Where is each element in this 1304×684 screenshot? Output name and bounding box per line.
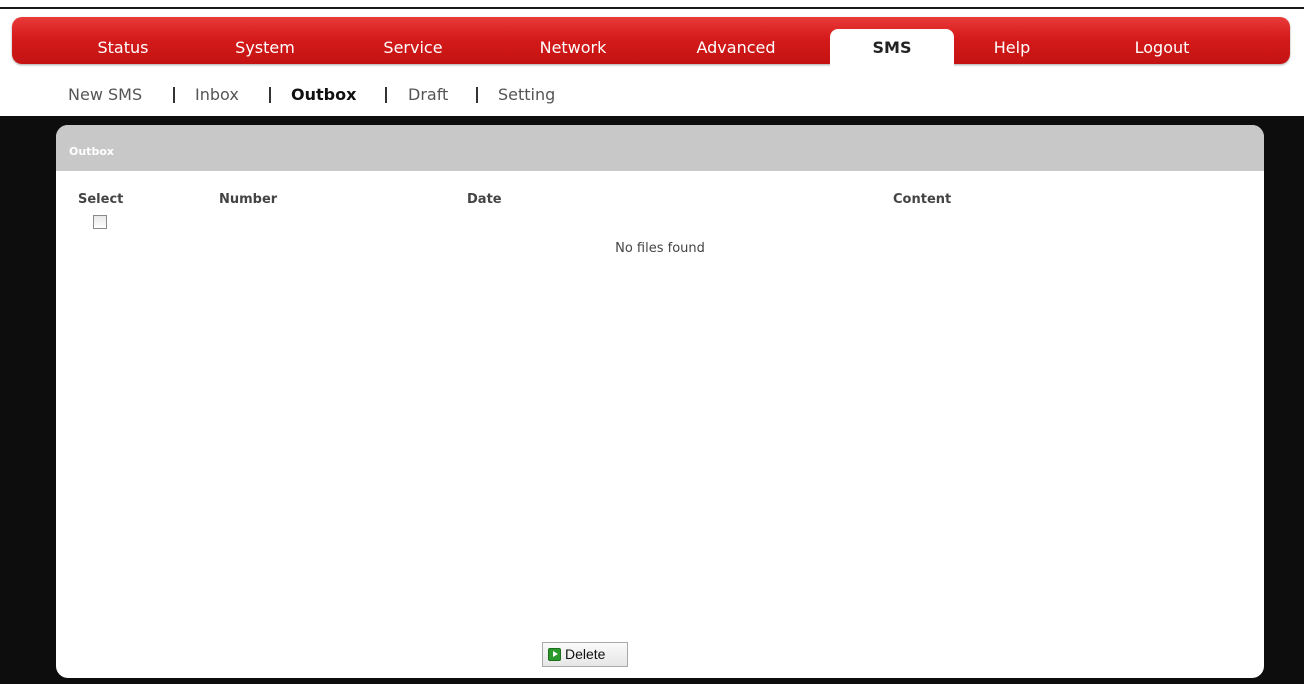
nav-status[interactable]: Status: [73, 29, 173, 67]
subnav-separator: [385, 87, 387, 103]
panel-title: Outbox: [69, 145, 114, 158]
subnav-separator: [476, 87, 478, 103]
select-all-checkbox[interactable]: [93, 215, 107, 229]
subnav-inbox[interactable]: Inbox: [195, 85, 239, 104]
subnav-new-sms[interactable]: New SMS: [68, 85, 142, 104]
delete-button-label: Delete: [565, 646, 606, 662]
nav-network[interactable]: Network: [523, 29, 623, 67]
empty-message: No files found: [615, 241, 705, 256]
subnav-outbox[interactable]: Outbox: [291, 85, 356, 104]
main-navbar: Status System Service Network Advanced S…: [12, 17, 1290, 67]
subnav-draft[interactable]: Draft: [408, 85, 448, 104]
nav-help[interactable]: Help: [967, 29, 1057, 67]
nav-service[interactable]: Service: [363, 29, 463, 67]
column-date: Date: [467, 192, 502, 207]
top-border-line: [0, 7, 1304, 9]
column-select: Select: [78, 192, 124, 207]
column-content: Content: [893, 192, 952, 207]
nav-logout[interactable]: Logout: [1112, 29, 1212, 67]
outbox-panel: Outbox Select Number Date Content No fil…: [56, 125, 1264, 678]
play-green-icon: [548, 648, 561, 661]
subnav-separator: [269, 87, 271, 103]
subnav-setting[interactable]: Setting: [498, 85, 555, 104]
panel-header: Outbox: [56, 125, 1264, 171]
subnav-separator: [173, 87, 175, 103]
delete-button[interactable]: Delete: [542, 642, 628, 667]
nav-system[interactable]: System: [215, 29, 315, 67]
sms-subnav: New SMS Inbox Outbox Draft Setting: [0, 68, 1304, 116]
nav-advanced[interactable]: Advanced: [681, 29, 791, 67]
column-number: Number: [219, 192, 278, 207]
nav-sms[interactable]: SMS: [830, 29, 954, 67]
